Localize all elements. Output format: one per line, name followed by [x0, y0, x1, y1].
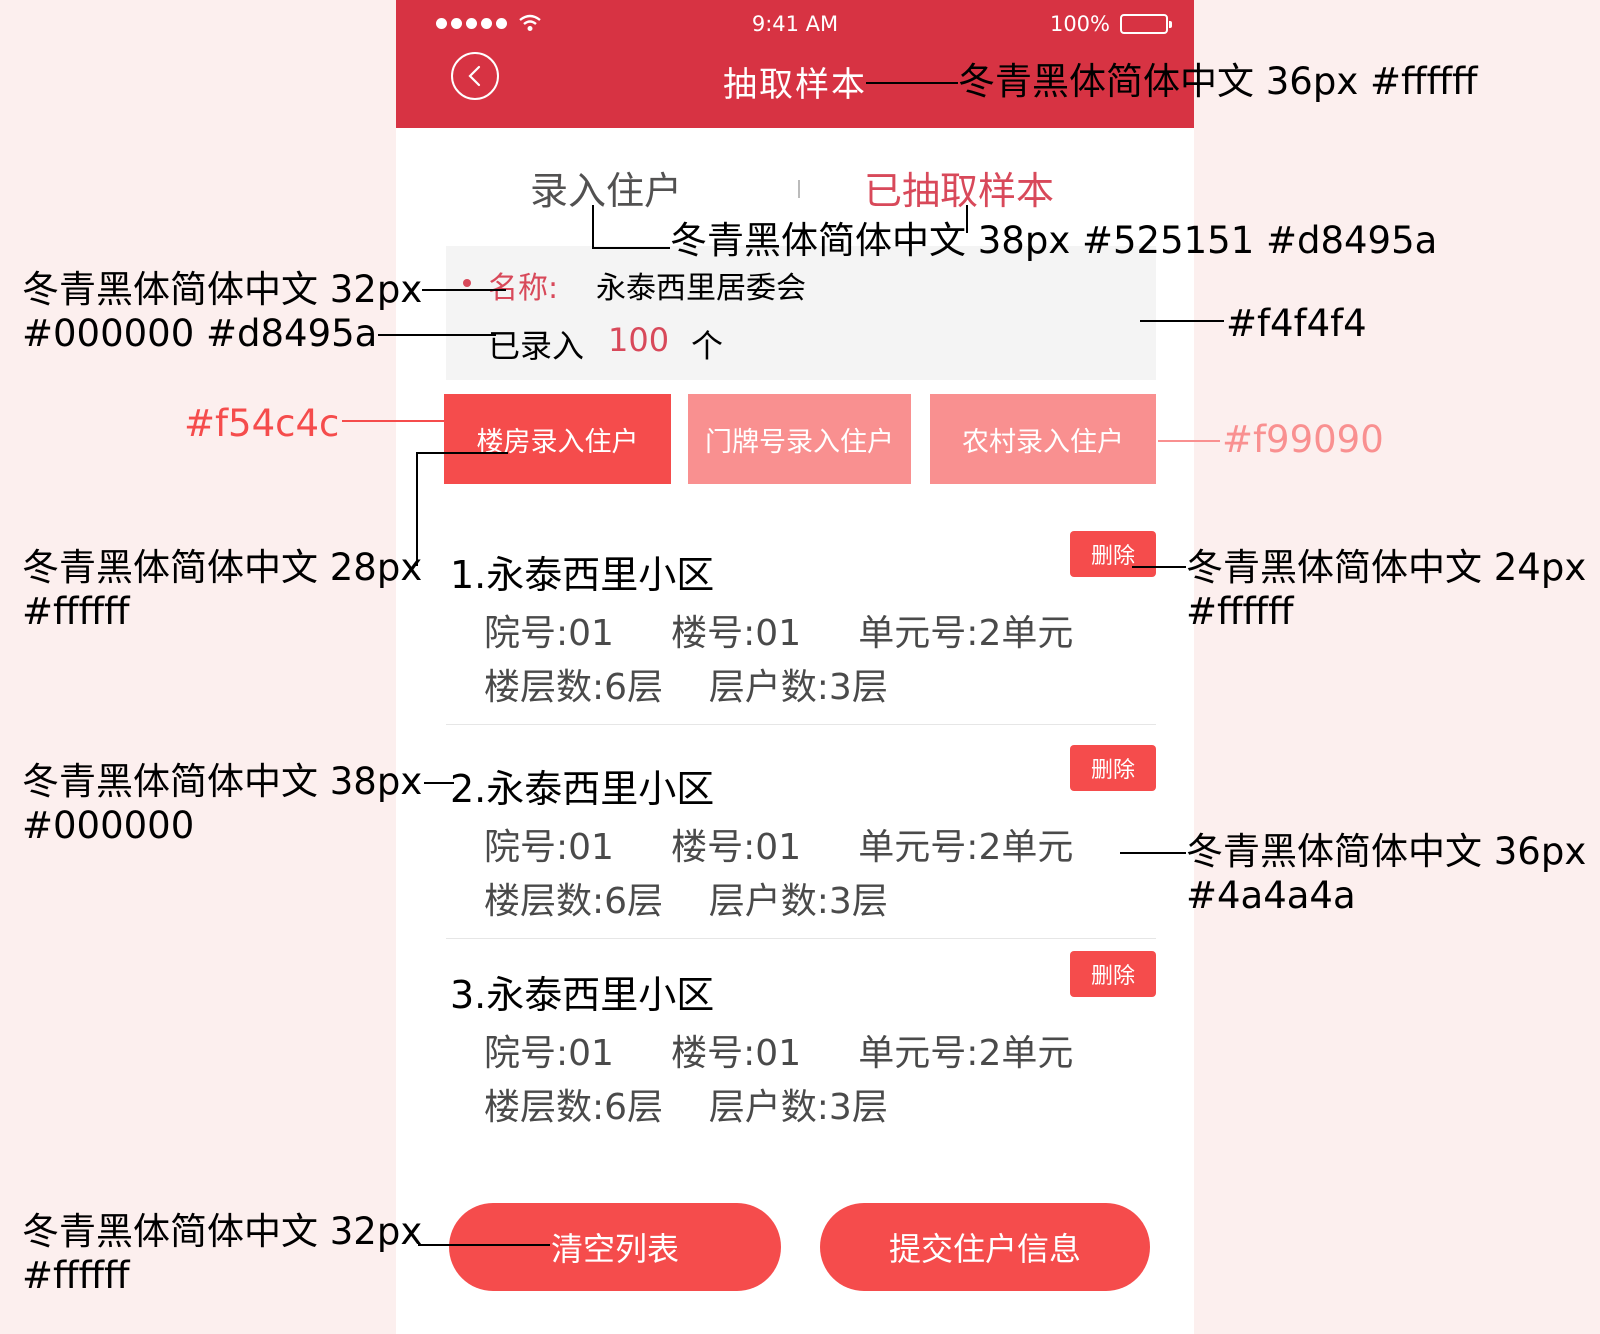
annotation-leader-line: [422, 289, 506, 291]
delete-font-annotation: 冬青黑体简体中文 24px #ffffff: [1186, 546, 1587, 633]
phone-screen: 9:41 AM 100% 抽取样本 录入住户 已抽取样本 名称: 永泰西里居委会…: [396, 0, 1194, 1334]
delete-button[interactable]: 删除: [1070, 531, 1156, 577]
annotation-leader-line: [342, 420, 444, 422]
count-label: 已录入: [488, 327, 585, 365]
submit-household-button[interactable]: 提交住户信息: [820, 1203, 1150, 1291]
annotation-leader-line: [1158, 440, 1220, 442]
building-entry-button[interactable]: 楼房录入住户: [444, 394, 671, 484]
item-title: 2.永泰西里小区: [450, 767, 715, 811]
annotation-leader-line: [1132, 566, 1186, 568]
item-detail-row: 院号:01 楼号:01 单元号:2单元: [484, 827, 1074, 868]
annotation-leader-line: [1140, 320, 1224, 322]
info-bg-annotation: #f4f4f4: [1226, 302, 1367, 345]
primary-color-annotation: #f54c4c: [184, 402, 340, 445]
required-dot-icon: [463, 279, 471, 287]
battery-percent: 100%: [1049, 12, 1110, 36]
item-title: 3.永泰西里小区: [450, 973, 715, 1017]
divider: [446, 938, 1156, 939]
tab-sampled[interactable]: 已抽取样本: [864, 160, 1054, 215]
count-value: 100: [608, 321, 670, 359]
item-detail-row: 楼层数:6层 层户数:3层: [484, 1087, 888, 1128]
annotation-leader-line: [1120, 852, 1186, 854]
entry-font-annotation: 冬青黑体简体中文 28px #ffffff: [22, 546, 423, 633]
door-number-entry-button[interactable]: 门牌号录入住户: [688, 394, 911, 484]
tab-input-households[interactable]: 录入住户: [530, 160, 682, 215]
annotation-leader-line: [592, 205, 594, 248]
annotation-leader-line: [418, 1244, 550, 1246]
annotation-leader-line: [866, 82, 958, 84]
bottom-button-font-annotation: 冬青黑体简体中文 32px #ffffff: [22, 1210, 423, 1297]
item-detail-row: 院号:01 楼号:01 单元号:2单元: [484, 1033, 1074, 1074]
item-title-font-annotation: 冬青黑体简体中文 38px #000000: [22, 760, 423, 847]
item-title: 1.永泰西里小区: [450, 553, 715, 597]
info-box: 名称: 永泰西里居委会 已录入 100 个: [446, 246, 1156, 380]
divider: [446, 724, 1156, 725]
annotation-leader-line: [416, 452, 508, 454]
rural-entry-button[interactable]: 农村录入住户: [930, 394, 1156, 484]
annotation-leader-line: [378, 334, 496, 336]
clear-list-button[interactable]: 清空列表: [449, 1203, 781, 1291]
secondary-color-annotation: #f99090: [1222, 418, 1384, 461]
battery-status: 100%: [1049, 12, 1172, 36]
name-value: 永泰西里居委会: [596, 271, 806, 306]
item-detail-row: 楼层数:6层 层户数:3层: [484, 881, 888, 922]
name-label: 名称:: [488, 271, 559, 306]
count-unit: 个: [691, 327, 724, 365]
item-detail-row: 院号:01 楼号:01 单元号:2单元: [484, 613, 1074, 654]
annotation-leader-line: [416, 452, 418, 566]
info-font-annotation: 冬青黑体简体中文 32px #000000 #d8495a: [22, 268, 423, 355]
delete-button[interactable]: 删除: [1070, 745, 1156, 791]
item-detail-font-annotation: 冬青黑体简体中文 36px #4a4a4a: [1186, 830, 1587, 917]
battery-icon: [1120, 14, 1172, 34]
annotation-leader-line: [592, 247, 670, 249]
title-font-annotation: 冬青黑体简体中文 36px #ffffff: [958, 60, 1478, 103]
tabs-font-annotation: 冬青黑体简体中文 38px #525151 #d8495a: [670, 219, 1438, 262]
tab-divider: [798, 180, 800, 198]
tab-bar: 录入住户 已抽取样本: [396, 160, 1194, 220]
annotation-leader-line: [966, 205, 968, 233]
delete-button[interactable]: 删除: [1070, 951, 1156, 997]
annotation-leader-line: [424, 782, 454, 784]
item-detail-row: 楼层数:6层 层户数:3层: [484, 667, 888, 708]
